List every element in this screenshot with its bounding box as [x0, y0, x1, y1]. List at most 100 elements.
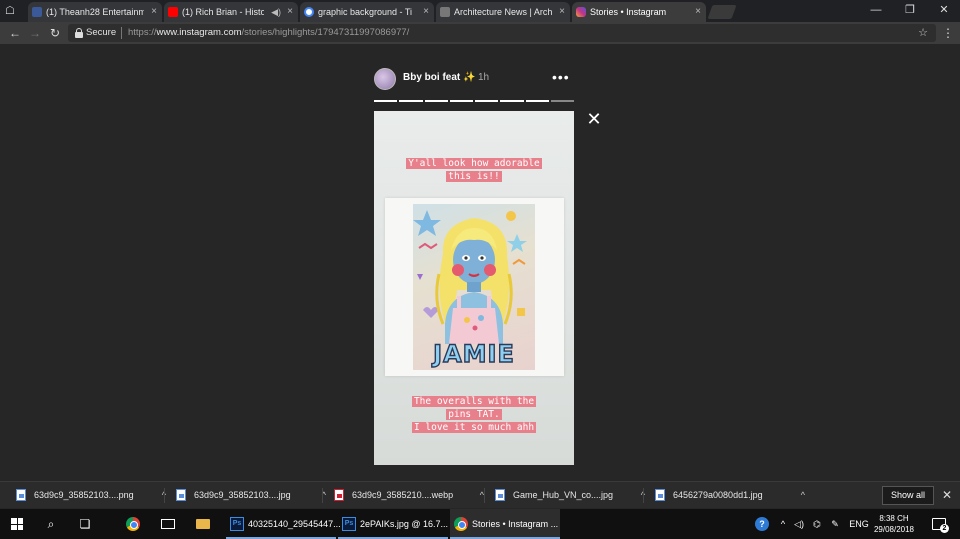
tab-architecture-news[interactable]: Architecture News | Arch × — [436, 2, 570, 22]
progress-segment — [475, 100, 499, 102]
taskbar-app-photoshop-1[interactable]: Ps 40325140_29545447... — [226, 509, 341, 539]
image-file-icon — [655, 489, 665, 501]
progress-segment — [374, 100, 398, 102]
page-icon — [440, 7, 450, 17]
tab-close-icon[interactable]: × — [287, 2, 293, 22]
tab-bar: ☖ (1) Theanh28 Entertainm × (1) Rich Bri… — [0, 0, 960, 22]
close-shelf-icon[interactable]: ✕ — [940, 486, 954, 505]
progress-segment — [449, 100, 473, 102]
windows-taskbar: ⌕ ❏ Ps 40325140_29545447... Ps 2ePAIKs.j… — [0, 509, 960, 539]
chevron-up-icon[interactable]: ^ — [801, 486, 805, 505]
tab-label: Stories • Instagram — [590, 7, 667, 17]
language-indicator[interactable]: ENG — [848, 509, 870, 539]
chrome-pinned-icon[interactable] — [126, 517, 140, 531]
image-file-icon — [176, 489, 186, 501]
divider — [484, 488, 485, 503]
avatar[interactable] — [374, 68, 396, 90]
lock-icon — [75, 28, 83, 38]
download-item[interactable]: 63d9c9_3585210....webp ^ — [334, 486, 484, 505]
show-hidden-icons-chevron-icon[interactable]: ^ — [776, 509, 790, 539]
task-view-icon[interactable]: ❏ — [68, 509, 102, 539]
network-icon[interactable]: ⌬ — [810, 509, 824, 539]
search-icon[interactable]: ⌕ — [34, 509, 68, 539]
profile-menu-icon[interactable]: ☖ — [5, 4, 19, 18]
bookmark-star-icon[interactable]: ☆ — [918, 24, 928, 42]
image-file-icon — [16, 489, 26, 501]
system-clock[interactable]: 8:38 CH 29/08/2018 — [870, 513, 918, 535]
notification-count-badge: 2 — [940, 524, 949, 533]
download-filename: 6456279a0080dd1.jpg — [673, 490, 763, 500]
progress-segment — [550, 100, 574, 102]
download-item[interactable]: 63d9c9_35852103....jpg ^ — [176, 486, 326, 505]
tab-close-icon[interactable]: × — [559, 2, 565, 22]
youtube-icon — [168, 7, 178, 17]
reload-button[interactable]: ↻ — [46, 24, 64, 42]
close-window-button[interactable]: ✕ — [928, 0, 960, 22]
progress-segment — [525, 100, 549, 102]
progress-segment — [500, 100, 524, 102]
google-icon — [304, 7, 314, 17]
progress-segment — [424, 100, 448, 102]
tab-label: graphic background - Ti — [318, 7, 413, 17]
download-filename: 63d9c9_35852103....jpg — [194, 490, 291, 500]
help-icon[interactable]: ? — [755, 517, 769, 531]
story-time: 1h — [478, 72, 490, 83]
divider — [121, 27, 122, 39]
tab-youtube[interactable]: (1) Rich Brian - Histo ◀) × — [164, 2, 298, 22]
image-file-icon — [495, 489, 505, 501]
restore-button[interactable]: ❐ — [894, 0, 926, 22]
artwork-illustration: JAMIE — [413, 204, 535, 370]
tab-close-icon[interactable]: × — [151, 2, 157, 22]
windows-logo-icon — [11, 518, 23, 530]
taskbar-app-photoshop-2[interactable]: Ps 2ePAIKs.jpg @ 16.7... — [338, 509, 448, 539]
story-caption-bottom: The overalls with the pins TAT. I love i… — [411, 396, 537, 433]
chrome-icon — [454, 517, 468, 531]
address-bar[interactable]: Secure https://www.instagram.com/stories… — [68, 24, 936, 42]
download-item[interactable]: 6456279a0080dd1.jpg ^ — [655, 486, 805, 505]
show-all-downloads-button[interactable]: Show all — [882, 486, 934, 505]
photoshop-icon: Ps — [230, 517, 244, 531]
sparkle-icon: ✨ — [463, 72, 476, 83]
file-explorer-icon[interactable] — [196, 519, 210, 529]
webp-file-icon — [334, 489, 344, 501]
taskbar-app-label: Stories • Instagram ... — [472, 519, 559, 529]
url-text[interactable]: https://www.instagram.com/stories/highli… — [128, 24, 409, 42]
artwork-name-text: JAMIE — [431, 340, 515, 368]
taskbar-app-label: 40325140_29545447... — [248, 519, 341, 529]
facebook-icon — [32, 7, 42, 17]
tab-instagram[interactable]: Stories • Instagram × — [572, 2, 706, 22]
instagram-icon — [576, 7, 586, 17]
speaker-icon[interactable]: ◀) — [271, 2, 281, 22]
tab-close-icon[interactable]: × — [695, 2, 701, 22]
download-filename: Game_Hub_VN_co....jpg — [513, 490, 614, 500]
close-story-icon[interactable]: ✕ — [585, 110, 603, 128]
volume-icon[interactable]: ◁) — [792, 509, 806, 539]
story-username[interactable]: Bby boi feat ✨ — [403, 72, 475, 83]
new-tab-button[interactable] — [707, 5, 737, 19]
tab-label: Architecture News | Arch — [454, 7, 552, 17]
tab-label: (1) Rich Brian - Histo — [182, 7, 264, 17]
story-caption-top: Y'all look how adorable this is!! — [406, 158, 542, 182]
taskbar-app-chrome[interactable]: Stories • Instagram ... — [450, 509, 560, 539]
browser-menu-icon[interactable]: ⋮ — [940, 24, 956, 42]
download-filename: 63d9c9_3585210....webp — [352, 490, 454, 500]
back-button[interactable]: ← — [6, 24, 24, 42]
tab-label: (1) Theanh28 Entertainm — [46, 7, 144, 17]
download-shelf: 63d9c9_35852103....png ^ 63d9c9_35852103… — [0, 481, 960, 508]
more-options-icon[interactable]: ••• — [552, 68, 570, 86]
progress-segment — [399, 100, 423, 102]
story-progress-bar — [374, 100, 574, 102]
download-item[interactable]: Game_Hub_VN_co....jpg ^ — [495, 486, 645, 505]
tab-google[interactable]: graphic background - Ti × — [300, 2, 434, 22]
story-media[interactable]: Y'all look how adorable this is!! JAMIE … — [374, 111, 574, 465]
download-filename: 63d9c9_35852103....png — [34, 490, 134, 500]
start-button[interactable] — [0, 509, 34, 539]
forward-button[interactable]: → — [26, 24, 44, 42]
divider — [164, 488, 165, 503]
minimize-button[interactable]: — — [860, 0, 892, 22]
pen-icon[interactable]: ✎ — [828, 509, 842, 539]
tab-close-icon[interactable]: × — [423, 2, 429, 22]
download-item[interactable]: 63d9c9_35852103....png ^ — [16, 486, 166, 505]
tab-facebook[interactable]: (1) Theanh28 Entertainm × — [28, 2, 162, 22]
mail-icon[interactable] — [161, 519, 175, 529]
